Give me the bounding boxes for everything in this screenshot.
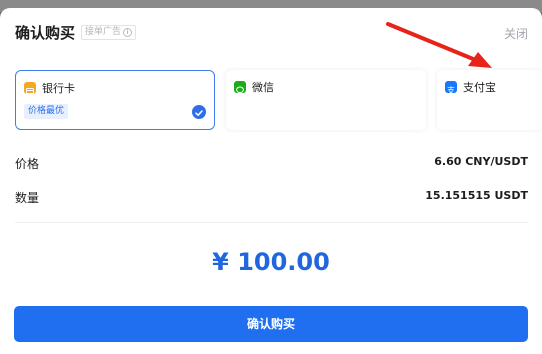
quantity-value: 15.151515 USDT [425, 189, 528, 202]
sheet-title: 确认购买 [15, 24, 76, 42]
payment-method-label: 银行卡 [42, 82, 75, 95]
svg-text:支: 支 [447, 85, 455, 95]
checkmark-icon [192, 105, 206, 119]
bank-card-icon [24, 82, 36, 94]
payment-method-bank-card[interactable]: 银行卡 价格最优 [15, 70, 215, 130]
ad-tag-label: 接单广告 [85, 27, 122, 37]
price-row: 价格 6.60 CNY/USDT [15, 155, 528, 175]
divider [15, 222, 528, 223]
info-icon[interactable]: i [123, 28, 133, 37]
payment-method-label: 支付宝 [463, 81, 496, 94]
quantity-label: 数量 [15, 191, 40, 205]
quantity-row: 数量 15.151515 USDT [15, 189, 528, 209]
best-price-badge: 价格最优 [24, 104, 69, 119]
confirm-purchase-button[interactable]: 确认购买 [14, 306, 528, 342]
price-value: 6.60 CNY/USDT [434, 155, 528, 168]
annotation-arrow-icon [386, 22, 492, 68]
close-button[interactable]: 关闭 [504, 25, 528, 42]
ad-tag: 接单广告 i [81, 25, 137, 40]
payment-method-label: 微信 [252, 81, 274, 94]
payment-method-wechat[interactable]: 微信 [226, 70, 426, 130]
alipay-icon: 支 [445, 81, 457, 95]
price-label: 价格 [15, 157, 40, 171]
total-amount: ¥ 100.00 [212, 248, 330, 276]
payment-methods: 银行卡 价格最优 微信 支 支付宝 [15, 70, 542, 130]
wechat-icon [234, 81, 246, 94]
payment-method-alipay[interactable]: 支 支付宝 [437, 70, 542, 130]
